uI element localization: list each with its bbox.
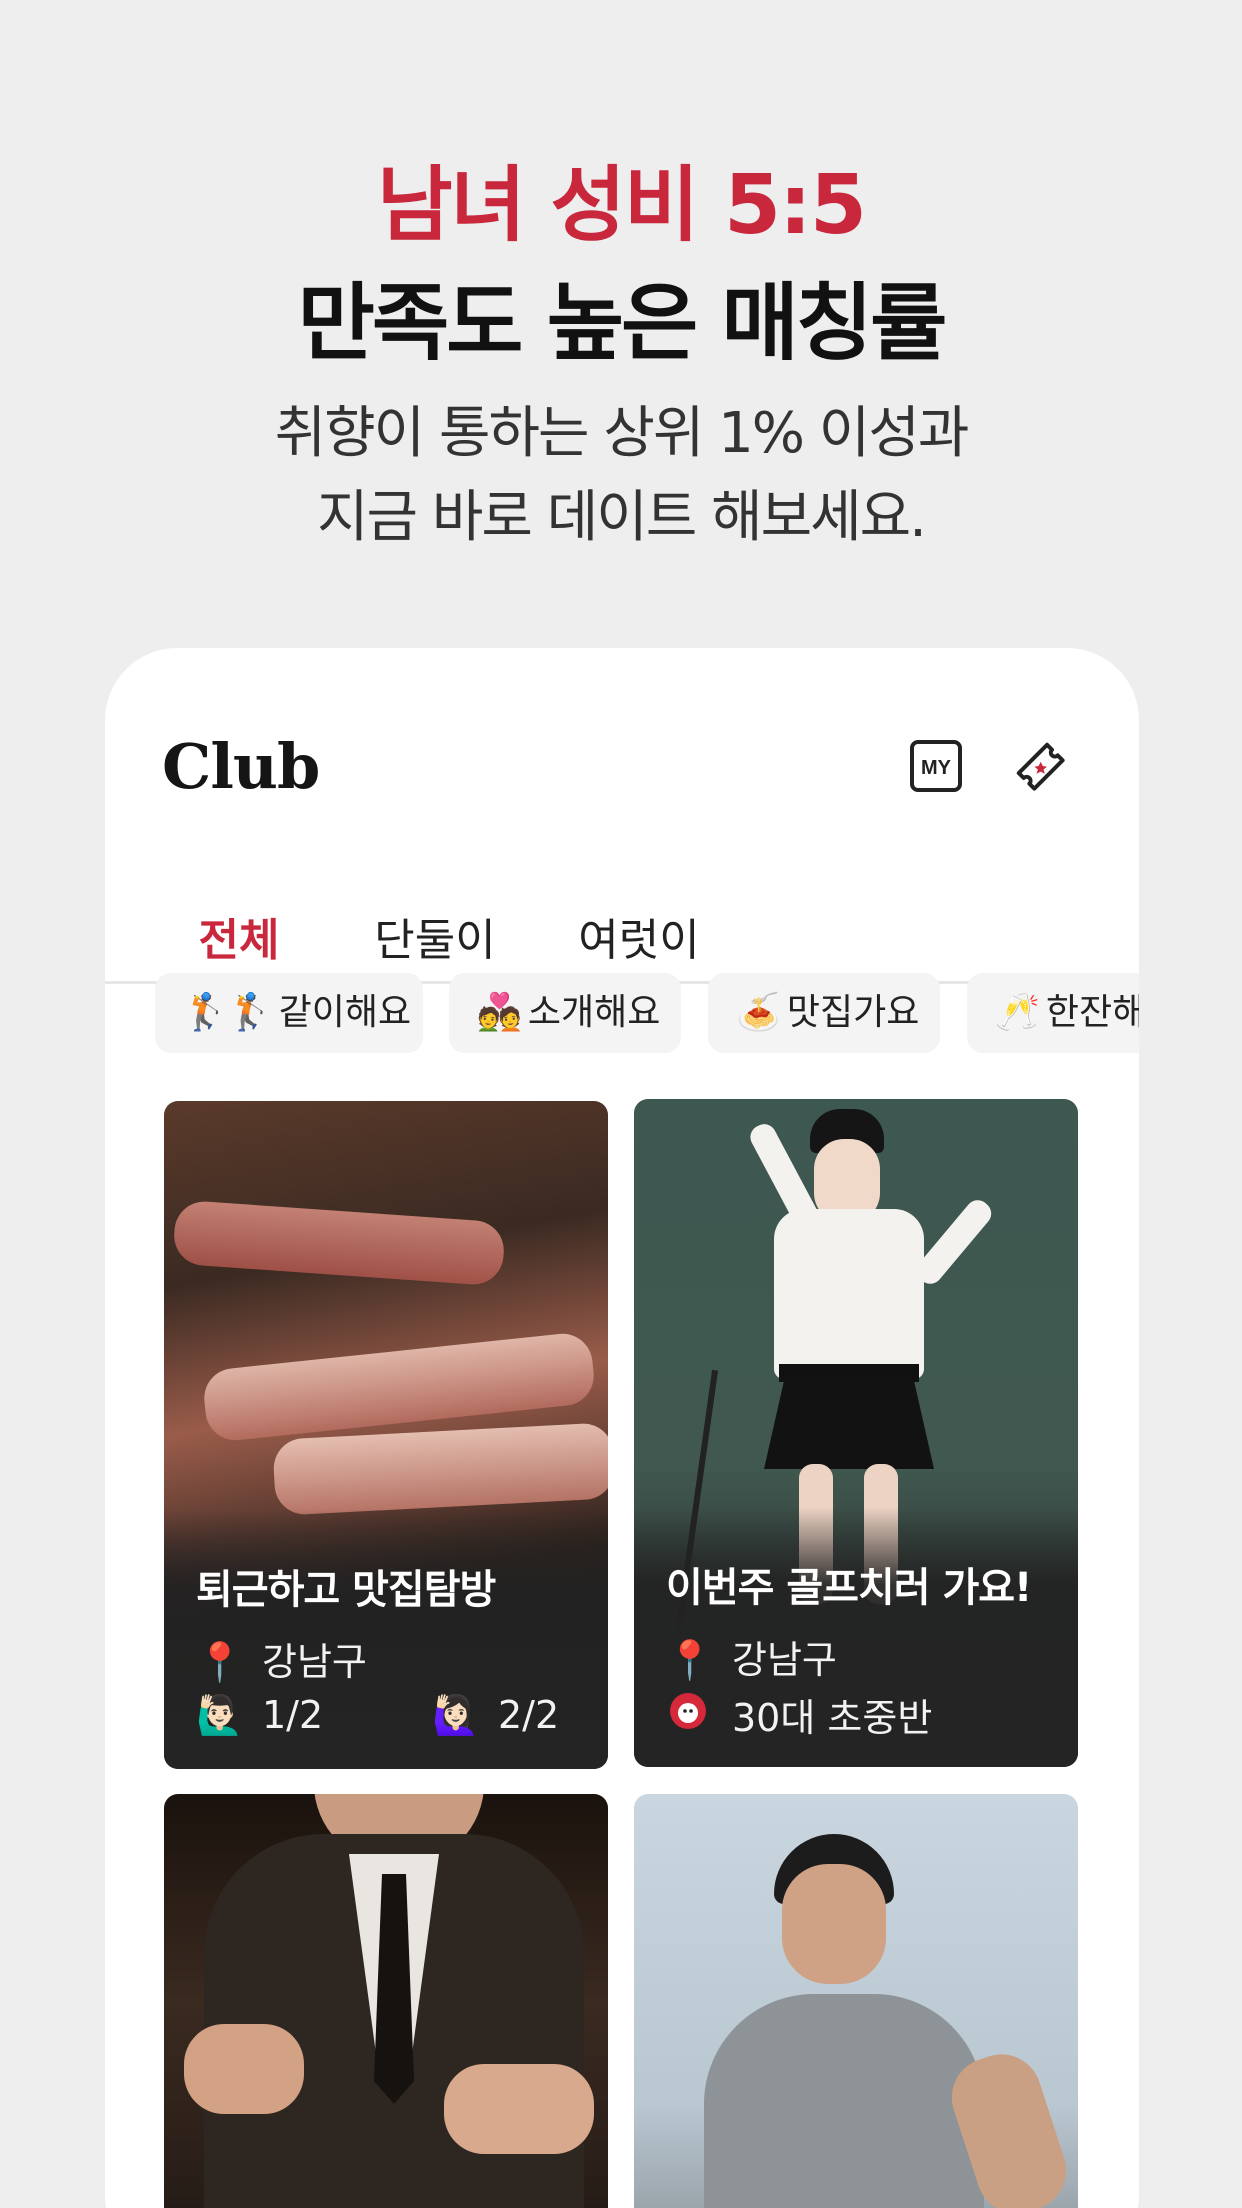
level-text: 30대 초중반 — [732, 1696, 933, 1740]
tab-bar: 전체 단둘이 여럿이 — [105, 848, 1135, 987]
female-count: 2/2 — [498, 1693, 560, 1737]
tab-group[interactable]: 여럿이 — [571, 848, 707, 984]
chip-label: 맛집가요 — [786, 992, 920, 1033]
chip-together[interactable]: 🏌️🏌️ 같이해요 — [155, 973, 423, 1053]
golf-icon: 🏌️🏌️ — [183, 992, 273, 1033]
tab-all[interactable]: 전체 — [191, 848, 287, 987]
male-icon: 🙋🏻‍♂️ — [196, 1693, 244, 1737]
chip-label: 한잔해 — [1045, 992, 1139, 1033]
my-page-icon[interactable]: MY — [908, 738, 964, 794]
location-text: 강남구 — [262, 1640, 367, 1684]
card-level: 30대 초중반 — [666, 1687, 932, 1742]
card-participants: 🙋🏻‍♂️ 1/2 🙋🏻‍♀️ 2/2 — [196, 1693, 559, 1738]
chip-restaurant[interactable]: 🍝 맛집가요 — [708, 973, 940, 1053]
pin-icon: 📍 — [666, 1638, 714, 1682]
card-title: 이번주 골프치러 가요! — [666, 1565, 1032, 1611]
ticket-icon[interactable] — [1012, 738, 1068, 794]
tab-one-on-one-label: 단둘이 — [374, 915, 496, 966]
club-card-bbq[interactable]: 퇴근하고 맛집탐방 📍 강남구 🙋🏻‍♂️ 1/2 🙋🏻‍♀️ 2/2 — [164, 1101, 608, 1769]
phone-mockup: Club MY 전체 단둘이 여럿이 🏌️🏌️같이해요 � — [105, 648, 1139, 2208]
champagne-icon: 🥂 — [995, 992, 1040, 1033]
chip-introduce[interactable]: 💑 소개해요 — [449, 973, 681, 1053]
chip-drink[interactable]: 🥂 한잔해 — [967, 973, 1139, 1053]
app-title: Club — [162, 730, 320, 803]
hero-subtitle-line-2: 지금 바로 데이트 해보세요. — [317, 485, 927, 550]
my-icon-text: MY — [921, 757, 952, 779]
hero-headline: 만족도 높은 매칭률 — [297, 274, 948, 372]
location-text: 강남구 — [732, 1638, 837, 1682]
tab-one-on-one[interactable]: 단둘이 — [367, 848, 503, 984]
tab-all-label: 전체 — [198, 915, 280, 966]
card-title: 퇴근하고 맛집탐방 — [196, 1567, 496, 1613]
hero-headline-accent: 남녀 성비 5:5 — [377, 158, 867, 253]
tab-group-label: 여럿이 — [578, 915, 700, 966]
category-chips: 🏌️🏌️ 같이해요 💑 소개해요 🍝 맛집가요 🥂 한잔해 — [155, 973, 1139, 1053]
club-card-golf[interactable]: 이번주 골프치러 가요! 📍 강남구 30대 초중반 — [634, 1099, 1078, 1767]
couple-icon: 💑 — [477, 992, 522, 1033]
club-card-dining[interactable] — [164, 1794, 608, 2208]
pin-icon: 📍 — [196, 1640, 244, 1684]
card-location: 📍 강남구 — [666, 1629, 837, 1684]
chip-label: 소개해요 — [527, 992, 661, 1033]
male-count: 1/2 — [262, 1693, 324, 1737]
chip-label: 같이해요 — [278, 992, 412, 1033]
hero-subtitle-line-1: 취향이 통하는 상위 1% 이성과 — [274, 401, 970, 466]
club-card-running[interactable] — [634, 1794, 1078, 2208]
level-icon — [666, 1691, 710, 1740]
pasta-icon: 🍝 — [736, 992, 781, 1033]
card-location: 📍 강남구 — [196, 1631, 367, 1686]
hero-subtitle: 취향이 통하는 상위 1% 이성과 지금 바로 데이트 해보세요. — [0, 392, 1242, 560]
female-icon: 🙋🏻‍♀️ — [432, 1693, 480, 1737]
